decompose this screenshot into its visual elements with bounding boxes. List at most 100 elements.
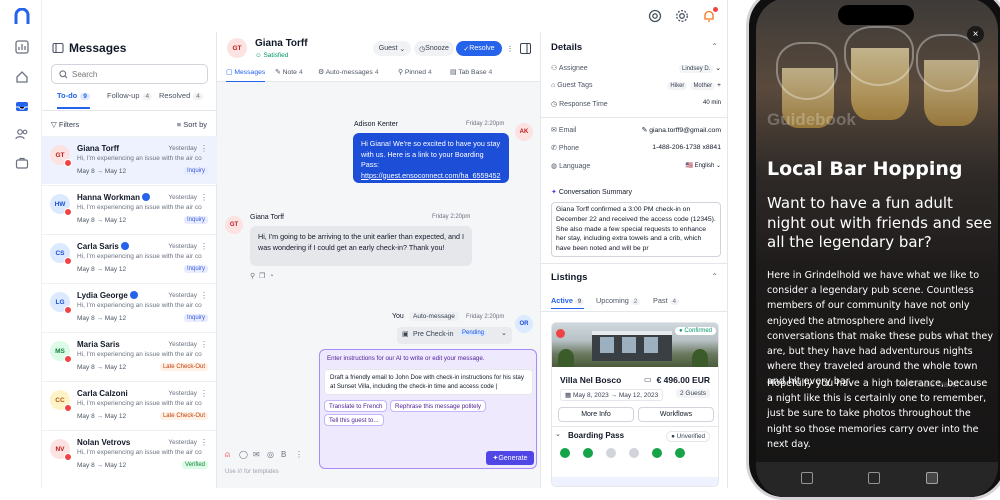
generate-button[interactable]: ✦ Generate (486, 451, 534, 465)
workflows-button[interactable]: Workflows (638, 407, 714, 422)
more-options-icon[interactable]: ⋮ (200, 389, 208, 398)
add-tag-icon[interactable]: + (717, 82, 721, 89)
tag-chip[interactable]: Hiker (667, 82, 688, 90)
tab-messages[interactable]: ▢ Messages (226, 68, 266, 82)
chat-icon[interactable]: ◯ (239, 450, 249, 460)
conversation-item[interactable]: LG Lydia George Yesterday ⋮ Hi, I'm experien… (42, 283, 217, 331)
boarding-pass-link[interactable]: https://guest.ensoconnect.com/ha_6559452 (361, 171, 500, 180)
listing-tab-active[interactable]: Active 9 (551, 296, 585, 309)
filters-button[interactable]: ▽ Filters (51, 120, 79, 129)
more-options-icon[interactable]: ⋮ (200, 291, 208, 300)
panel-toggle-icon[interactable] (520, 43, 531, 54)
satisfaction-label: Satisfied (263, 52, 289, 59)
chevron-down-icon: ⌄ (397, 45, 406, 53)
assignee-dropdown[interactable]: Lindsey D. ⌄ (676, 64, 721, 73)
settings-icon[interactable] (675, 9, 689, 23)
home-icon[interactable] (15, 70, 29, 84)
tab-count: 4 (193, 93, 203, 100)
name-text: Carla Calzoni (77, 389, 128, 398)
more-options-icon[interactable]: ⋮ (200, 340, 208, 349)
cart-icon[interactable] (868, 472, 880, 484)
stay-dates: May 8 → May 12 (77, 413, 127, 420)
users-icon[interactable] (15, 127, 29, 141)
form-icon: ▣ (402, 331, 409, 338)
status-badge: ● Confirmed (675, 327, 716, 335)
book-icon[interactable] (926, 472, 938, 484)
close-button[interactable]: × (967, 26, 984, 43)
chevron-up-icon[interactable]: ⌃ (711, 42, 718, 51)
assignee-label: Assignee (558, 65, 588, 72)
tab-follow-up[interactable]: Follow-up 4 (107, 91, 153, 109)
compose-toolbar: ⍝ ◯ ✉ ◎ B ⋮ (225, 450, 309, 464)
conversation-item[interactable]: HW Hanna Workman Yesterday ⋮ Hi, I'm experie… (42, 185, 217, 233)
more-options-icon[interactable]: ⋮ (200, 144, 208, 153)
conversation-preview: Hi, I'm experiencing an issue with the a… (77, 449, 202, 456)
conversation-item[interactable]: CC Carla Calzoni Yesterday ⋮ Hi, I'm experie… (42, 381, 217, 429)
listing-tab-upcoming[interactable]: Upcoming 2 (596, 296, 641, 305)
snooze-button[interactable]: ◷ Snooze (414, 41, 454, 56)
tab-count: 9 (574, 299, 585, 305)
chevron-up-icon[interactable]: ⌃ (711, 272, 718, 281)
dashboard-icon[interactable] (15, 40, 29, 54)
email-icon[interactable]: ✉ (253, 450, 263, 460)
tab-to-do[interactable]: To-do 9 (57, 91, 90, 109)
more-options-icon[interactable]: ⋮ (200, 193, 208, 202)
pin-icon[interactable]: ⚲ (250, 273, 255, 280)
more-options-icon[interactable]: ⋮ (200, 242, 208, 251)
note-icon: ✎ (275, 69, 283, 76)
home-icon[interactable] (801, 472, 813, 484)
verified-icon (129, 291, 138, 299)
support-icon[interactable] (648, 9, 662, 23)
tab-label: Messages (234, 69, 266, 76)
more-options-icon[interactable]: ⋮ (506, 41, 514, 56)
whatsapp-icon[interactable]: ◎ (267, 450, 277, 460)
conversation-item[interactable]: NV Nolan Vetrovs Yesterday ⋮ Hi, I'm experie… (42, 430, 217, 478)
verified-icon (141, 193, 150, 201)
suggestion-tell-guest[interactable]: Tell this guest to... (324, 414, 384, 426)
pre-check-in-card[interactable]: ▣ Pre Check-in Pending ⌄ (397, 327, 512, 344)
phone-value[interactable]: 1-488-206-1738 x8841 (652, 144, 721, 151)
tab-auto-messages[interactable]: ⚙ Auto-messages 4 (318, 68, 379, 82)
notifications-button[interactable] (702, 7, 718, 23)
sort-button[interactable]: ≡ Sort by (177, 120, 207, 129)
more-info-button[interactable]: More Info (558, 407, 634, 422)
messages-title: Messages (69, 41, 127, 55)
briefcase-icon[interactable] (15, 156, 29, 170)
guest-dropdown[interactable]: Guest ⌄ (373, 41, 411, 56)
divider (541, 263, 727, 264)
conversation-item[interactable]: GT Giana Torff Yesterday ⋮ Hi, I'm experienc… (42, 136, 217, 184)
chevron-down-icon[interactable]: ⌄ (555, 430, 561, 438)
suggestion-rephrase[interactable]: Rephrase this message politely (390, 400, 486, 412)
ai-instruction-input[interactable]: Draft a friendly email to John Doe with … (324, 369, 533, 395)
tag-chip[interactable]: Mother (690, 82, 716, 90)
language-value: English (694, 163, 715, 169)
tab-pinned[interactable]: ⚲ Pinned 4 (398, 68, 432, 82)
conversation-item[interactable]: CS Carla Saris Yesterday ⋮ Hi, I'm experienc… (42, 234, 217, 282)
tab-resolved[interactable]: Resolved 4 (159, 91, 203, 109)
copy-icon[interactable]: ❐ (259, 273, 265, 280)
conversation-date: Yesterday (168, 194, 197, 201)
ai-icon[interactable]: ⍝ (225, 450, 235, 460)
search-input[interactable] (72, 67, 202, 81)
conversation-name: Nolan Vetrovs (77, 438, 130, 447)
suggestion-translate[interactable]: Translate to French (324, 400, 388, 412)
listing-tab-past[interactable]: Past 4 (653, 296, 679, 305)
bell-icon[interactable]: ◔ (269, 273, 273, 280)
more-options-icon[interactable]: ⋮ (200, 438, 208, 447)
bold-icon[interactable]: B (281, 450, 291, 460)
conversation-item[interactable]: MS Maria Saris Yesterday ⋮ Hi, I'm experienc… (42, 332, 217, 380)
inbox-icon[interactable] (15, 99, 29, 113)
resolve-button[interactable]: ✓ Resolve (456, 41, 502, 56)
conversation-date: Yesterday (168, 292, 197, 299)
tab-tab-base[interactable]: ▤ Tab Base 4 (450, 68, 492, 82)
tab-label: To-do (57, 91, 78, 100)
language-dropdown[interactable]: 🇺🇸 English ⌄ (685, 162, 721, 169)
tab-note[interactable]: ✎ Note 4 (275, 68, 303, 82)
chevron-down-icon[interactable]: ⌄ (501, 329, 507, 337)
auto-icon: ⚙ (318, 69, 326, 76)
conversation-preview: Hi, I'm experiencing an issue with the a… (77, 155, 202, 162)
book-icon: ▤ (450, 69, 459, 76)
sidebar-toggle-icon[interactable] (52, 42, 64, 54)
email-value[interactable]: giana.torff9@gmail.com (649, 127, 721, 134)
more-options-icon[interactable]: ⋮ (295, 450, 305, 460)
